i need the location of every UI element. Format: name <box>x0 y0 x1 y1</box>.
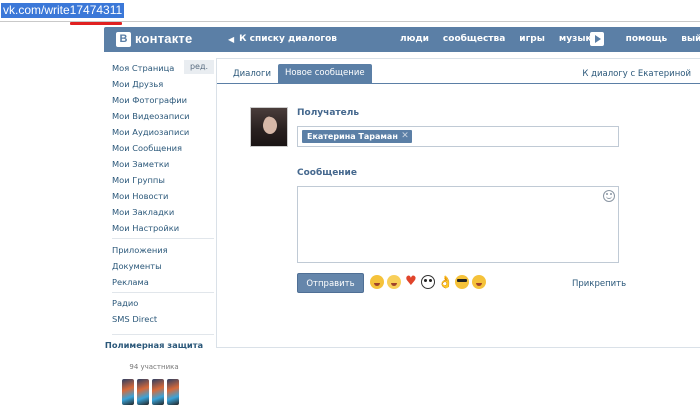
sidebar-item-news[interactable]: Мои Новости <box>112 191 168 201</box>
main-panel: Диалоги Новое сообщение К диалогу с Екат… <box>216 58 700 348</box>
recipient-name: Екатерина Тараман <box>307 132 398 141</box>
scream-icon[interactable] <box>472 275 486 289</box>
sidebar-item-documents[interactable]: Документы <box>112 261 162 271</box>
close-icon[interactable]: ✕ <box>401 130 409 143</box>
sidebar-item-ads[interactable]: Реклама <box>112 277 149 287</box>
red-underline <box>70 22 122 25</box>
laughing-icon[interactable] <box>370 275 384 289</box>
emoji-row: ♥ 👌 <box>370 275 486 289</box>
promo-image[interactable] <box>122 379 180 405</box>
sidebar-item-audio[interactable]: Мои Аудиозаписи <box>112 127 189 137</box>
phone-case-image <box>167 379 179 405</box>
sidebar-item-videos[interactable]: Мои Видеозаписи <box>112 111 190 121</box>
sidebar-item-photos[interactable]: Мои Фотографии <box>112 95 187 105</box>
recipient-label: Получатель <box>297 108 360 118</box>
browser-address-bar[interactable]: vk.com/write17474311 <box>0 0 700 22</box>
ok-hand-icon[interactable]: 👌 <box>438 275 453 289</box>
back-arrow-icon: ◀ <box>228 34 235 44</box>
phone-case-image <box>122 379 134 405</box>
promo-subtitle: 94 участника <box>129 363 179 371</box>
recipient-tag[interactable]: Екатерина Тараман ✕ <box>302 130 412 143</box>
tab-bar: Диалоги Новое сообщение К диалогу с Екат… <box>217 59 700 84</box>
sidebar-divider <box>112 292 214 293</box>
back-to-dialogs-link[interactable]: ◀ К списку диалогов <box>228 34 337 44</box>
phone-case-image <box>137 379 149 405</box>
site-header: В контакте ◀ К списку диалогов люди сооб… <box>104 27 700 52</box>
message-textarea[interactable] <box>297 186 619 263</box>
sidebar-divider <box>112 238 214 239</box>
edit-button[interactable]: ред. <box>184 60 214 74</box>
sidebar-item-groups[interactable]: Мои Группы <box>112 175 165 185</box>
sidebar-item-bookmarks[interactable]: Мои Закладки <box>112 207 174 217</box>
heart-icon[interactable]: ♥ <box>404 275 418 289</box>
top-navigation: люди сообщества игры музыка помощь выйти <box>400 34 700 44</box>
sidebar-item-my-page[interactable]: Моя Страница <box>112 63 174 73</box>
panda-icon[interactable] <box>421 275 435 289</box>
back-link-label: К списку диалогов <box>239 34 337 44</box>
smile-icon[interactable] <box>603 190 615 202</box>
nav-logout[interactable]: выйти <box>681 34 700 44</box>
nav-help[interactable]: помощь <box>626 34 668 44</box>
sidebar-item-radio[interactable]: Радио <box>112 298 138 308</box>
attach-link[interactable]: Прикрепить <box>572 279 626 289</box>
nav-communities[interactable]: сообщества <box>443 34 505 44</box>
play-icon[interactable] <box>590 32 604 46</box>
sidebar-item-settings[interactable]: Мои Настройки <box>112 223 179 233</box>
tab-new-message[interactable]: Новое сообщение <box>278 64 372 84</box>
nav-people[interactable]: люди <box>400 34 429 44</box>
to-dialog-link[interactable]: К диалогу с Екатериной <box>582 69 691 79</box>
sidebar-divider <box>112 334 214 335</box>
avatar[interactable] <box>250 107 288 147</box>
recipient-field[interactable]: Екатерина Тараман ✕ <box>297 126 619 147</box>
sidebar-item-friends[interactable]: Мои Друзья <box>112 79 163 89</box>
logo-text[interactable]: контакте <box>135 31 192 46</box>
phone-case-image <box>152 379 164 405</box>
sidebar-item-messages[interactable]: Мои Сообщения <box>112 143 182 153</box>
url-text[interactable]: vk.com/write17474311 <box>1 3 125 18</box>
grinning-icon[interactable] <box>387 275 401 289</box>
sunglasses-icon[interactable] <box>455 275 469 289</box>
sidebar-item-notes[interactable]: Мои Заметки <box>112 159 169 169</box>
nav-games[interactable]: игры <box>519 34 545 44</box>
sidebar-item-apps[interactable]: Приложения <box>112 245 168 255</box>
message-label: Сообщение <box>297 168 357 178</box>
sidebar-item-sms-direct[interactable]: SMS Direct <box>112 314 157 324</box>
promo-title[interactable]: Полимерная защита <box>104 340 204 351</box>
vk-logo-icon[interactable]: В <box>116 32 131 47</box>
tab-dialogs[interactable]: Диалоги <box>226 65 278 84</box>
send-button[interactable]: Отправить <box>297 273 364 293</box>
